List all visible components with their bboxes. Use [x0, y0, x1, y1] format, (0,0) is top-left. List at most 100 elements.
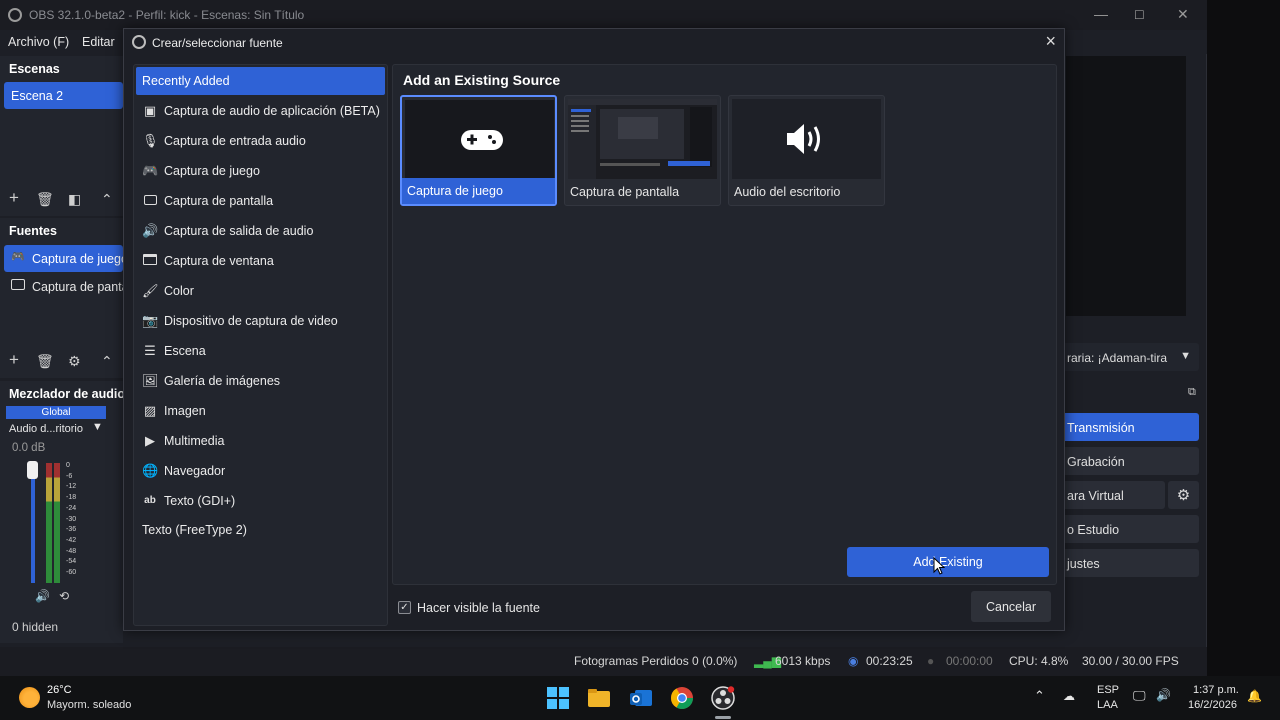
- file-explorer-icon[interactable]: [587, 686, 611, 710]
- source-type-app-audio[interactable]: ▣ Captura de audio de aplicación (BETA): [136, 97, 385, 125]
- profile-select[interactable]: raria: ¡Adaman-tira ▼: [1062, 343, 1199, 371]
- language-secondary[interactable]: LAA: [1097, 699, 1118, 711]
- weather-sun-icon[interactable]: [19, 687, 40, 708]
- speaker-icon[interactable]: 🔊: [35, 589, 50, 603]
- make-visible-checkbox[interactable]: ✓: [398, 601, 411, 614]
- source-type-game-capture[interactable]: 🎮 Captura de juego: [136, 157, 385, 185]
- volume-fader-track[interactable]: [31, 463, 35, 583]
- scene-filter-icon[interactable]: ◧: [68, 191, 81, 208]
- move-up-icon[interactable]: ⌃: [101, 191, 113, 208]
- source-type-image[interactable]: ▨ Imagen: [136, 397, 385, 425]
- source-type-label: Captura de audio de aplicación (BETA): [164, 104, 380, 118]
- source-type-color[interactable]: 🖌 Color: [136, 277, 385, 305]
- bitrate: 6013 kbps: [775, 654, 831, 668]
- sources-toolbar: + 🗑 ⚙ ⌃: [0, 350, 123, 374]
- source-type-video-device[interactable]: 📷 Dispositivo de captura de video: [136, 307, 385, 335]
- dock-float-icon[interactable]: ⧉: [1188, 386, 1196, 399]
- add-source-icon[interactable]: +: [9, 350, 19, 370]
- clock-time[interactable]: 1:37 p.m.: [1193, 684, 1239, 696]
- mixer-menu-icon[interactable]: ⟲: [59, 589, 69, 603]
- globe-icon: 🌐: [142, 463, 159, 478]
- outlook-icon[interactable]: [629, 686, 653, 710]
- gear-icon[interactable]: ⚙: [1168, 481, 1199, 509]
- chevron-down-icon: ▼: [1180, 350, 1191, 362]
- move-up-icon[interactable]: ⌃: [101, 353, 113, 370]
- sources-dock: Fuentes 🎮 Captura de juego Captura de pa…: [0, 218, 123, 378]
- menu-editar[interactable]: Editar: [82, 35, 115, 49]
- network-cloud-icon[interactable]: ☁: [1063, 689, 1075, 703]
- language-primary[interactable]: ESP: [1097, 684, 1119, 696]
- source-item-screen[interactable]: Captura de pantalla: [4, 273, 123, 299]
- speaker-icon: 🔊: [142, 223, 159, 238]
- source-type-browser[interactable]: 🌐 Navegador: [136, 457, 385, 485]
- minimize-icon[interactable]: —: [1094, 6, 1108, 22]
- obs-icon[interactable]: [711, 686, 735, 710]
- existing-source-display-capture[interactable]: Captura de pantalla: [564, 95, 721, 206]
- add-scene-icon[interactable]: +: [9, 188, 19, 208]
- source-label: Captura de pantalla: [32, 280, 123, 294]
- gamepad-icon: [461, 130, 503, 150]
- source-type-window-capture[interactable]: Captura de ventana: [136, 247, 385, 275]
- source-type-label: Navegador: [164, 464, 226, 478]
- windows-start-icon[interactable]: [546, 686, 570, 710]
- text-icon: ab: [144, 495, 156, 506]
- source-type-label: Multimedia: [164, 434, 225, 448]
- close-window-icon[interactable]: ✕: [1177, 6, 1189, 23]
- display-icon[interactable]: 🖵: [1133, 688, 1146, 704]
- settings-button[interactable]: justes: [1062, 549, 1199, 577]
- source-type-label: Texto (FreeType 2): [142, 523, 247, 537]
- notification-bell-icon[interactable]: 🔔: [1247, 689, 1262, 703]
- gear-icon[interactable]: ⚙: [68, 353, 81, 370]
- virtual-camera-button[interactable]: ara Virtual: [1062, 481, 1165, 509]
- mixer-db: 0.0 dB: [12, 442, 46, 454]
- start-streaming-button[interactable]: Transmisión: [1062, 413, 1199, 441]
- existing-source-game-capture[interactable]: Captura de juego: [400, 95, 557, 206]
- trash-icon[interactable]: 🗑: [36, 353, 54, 370]
- source-type-scene[interactable]: ☰ Escena: [136, 337, 385, 365]
- studio-mode-button[interactable]: o Estudio: [1062, 515, 1199, 543]
- scene-item[interactable]: Escena 2: [4, 82, 123, 109]
- trash-icon[interactable]: 🗑: [36, 191, 54, 208]
- existing-source-desktop-audio[interactable]: Audio del escritorio: [728, 95, 885, 206]
- maximize-icon[interactable]: ☐: [1134, 8, 1145, 22]
- microphone-icon: 🎙: [142, 133, 159, 148]
- source-type-audio-input[interactable]: 🎙 Captura de entrada audio: [136, 127, 385, 155]
- mixer-tab-global[interactable]: Global: [6, 406, 106, 419]
- window-title: OBS 32.1.0-beta2 - Perfil: kick - Escena…: [29, 8, 305, 22]
- start-recording-button[interactable]: Grabación: [1062, 447, 1199, 475]
- chevron-down-icon[interactable]: ▼: [92, 421, 103, 433]
- camera-icon: 📷: [142, 313, 159, 328]
- vu-meter-right: [54, 463, 60, 583]
- menu-archivo[interactable]: Archivo (F): [8, 35, 69, 49]
- source-type-media[interactable]: ▶ Multimedia: [136, 427, 385, 455]
- source-type-text-freetype[interactable]: Texto (FreeType 2): [136, 516, 385, 544]
- gamepad-icon: 🎮: [11, 251, 25, 263]
- source-type-label: Imagen: [164, 404, 206, 418]
- source-type-slideshow[interactable]: 🖼 Galería de imágenes: [136, 367, 385, 395]
- volume-icon[interactable]: 🔊: [1156, 688, 1171, 702]
- dialog-title-bar: Crear/seleccionar fuente ×: [124, 29, 1064, 55]
- mixer-dock: Mezclador de audio Global Audio d...rito…: [0, 381, 125, 643]
- brush-icon: 🖌: [142, 283, 159, 298]
- existing-sources-pane: Add an Existing Source Captura de juego: [392, 64, 1057, 585]
- dropped-frames: Fotogramas Perdidos 0 (0.0%): [574, 654, 738, 668]
- source-type-display-capture[interactable]: Captura de pantalla: [136, 187, 385, 215]
- mixer-channel-name: Audio d...ritorio: [9, 423, 83, 435]
- source-type-text-gdi[interactable]: ab Texto (GDI+): [136, 487, 385, 515]
- windows-taskbar: 26°C Mayorm. soleado ⌃ ☁ ESP LAA 🖵 🔊 1:3…: [0, 676, 1280, 720]
- volume-fader-handle[interactable]: [27, 461, 38, 479]
- clock-date[interactable]: 16/2/2026: [1188, 699, 1237, 711]
- add-existing-button[interactable]: Add Existing: [847, 547, 1049, 577]
- chevron-up-icon[interactable]: ⌃: [1034, 688, 1045, 704]
- chrome-icon[interactable]: [670, 686, 694, 710]
- source-item-game[interactable]: 🎮 Captura de juego: [4, 245, 123, 272]
- tile-label: Captura de pantalla: [570, 185, 680, 199]
- source-type-label: Captura de entrada audio: [164, 134, 306, 148]
- source-type-audio-output[interactable]: 🔊 Captura de salida de audio: [136, 217, 385, 245]
- sources-header: Fuentes: [9, 224, 57, 238]
- scenes-dock: Escenas Escena 2 + 🗑 ◧ ⌃: [0, 56, 123, 216]
- tile-label: Audio del escritorio: [734, 185, 841, 199]
- close-icon[interactable]: ×: [1045, 31, 1056, 52]
- source-type-recently-added[interactable]: Recently Added: [136, 67, 385, 95]
- cancel-button[interactable]: Cancelar: [971, 591, 1051, 622]
